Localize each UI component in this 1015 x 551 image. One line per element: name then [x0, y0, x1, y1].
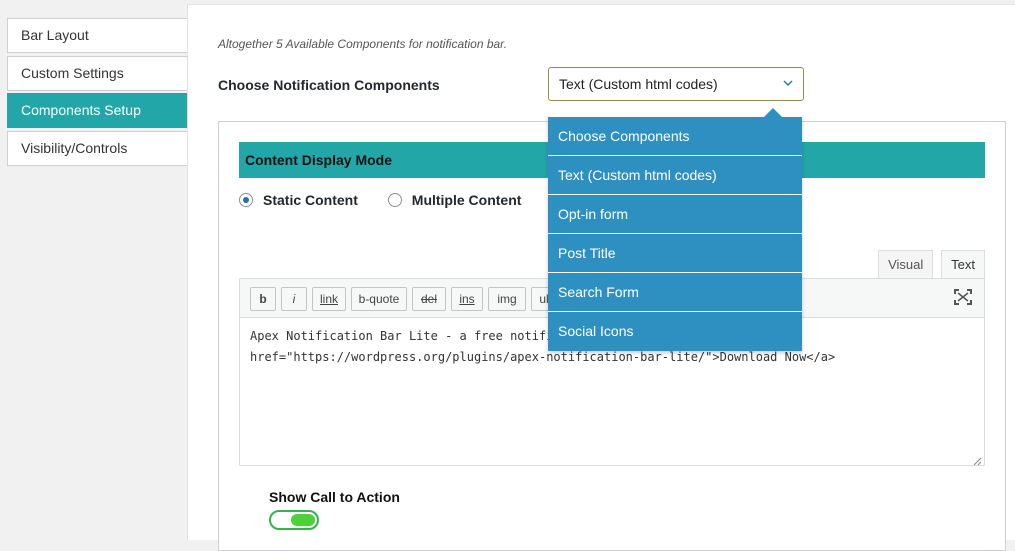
- cta-toggle[interactable]: [269, 510, 319, 530]
- display-mode-radios: Static Content Multiple Content: [239, 192, 547, 210]
- tab-components-setup[interactable]: Components Setup: [7, 93, 187, 128]
- option-search-form[interactable]: Search Form: [548, 273, 802, 312]
- components-dropdown: Choose Components Text (Custom html code…: [548, 108, 802, 351]
- radio-multiple-content[interactable]: Multiple Content: [387, 192, 522, 208]
- option-text-html[interactable]: Text (Custom html codes): [548, 156, 802, 195]
- tab-visibility-controls[interactable]: Visibility/Controls: [7, 131, 187, 166]
- fullscreen-icon[interactable]: [954, 289, 972, 310]
- radio-multiple-label: Multiple Content: [411, 192, 522, 208]
- option-optin-form[interactable]: Opt-in form: [548, 195, 802, 234]
- link-button[interactable]: link: [312, 287, 346, 311]
- cta-label: Show Call to Action: [269, 489, 400, 505]
- del-button[interactable]: del: [412, 287, 446, 311]
- tab-bar-layout[interactable]: Bar Layout: [7, 18, 187, 53]
- italic-button[interactable]: i: [281, 287, 307, 311]
- bold-button[interactable]: b: [250, 287, 276, 311]
- radio-selected-icon[interactable]: [239, 193, 253, 207]
- ins-button[interactable]: ins: [451, 287, 483, 311]
- option-choose-components[interactable]: Choose Components: [548, 117, 802, 156]
- blockquote-button[interactable]: b-quote: [351, 287, 407, 311]
- chevron-down-icon: [783, 68, 793, 112]
- radio-unselected-icon[interactable]: [387, 193, 402, 207]
- settings-sidebar: Bar Layout Custom Settings Components Se…: [0, 0, 190, 540]
- radio-static-content[interactable]: Static Content: [239, 192, 358, 208]
- resize-handle-icon[interactable]: [972, 453, 982, 466]
- tab-custom-settings[interactable]: Custom Settings: [7, 56, 187, 91]
- option-post-title[interactable]: Post Title: [548, 234, 802, 273]
- editor-mode-tabs: Visual Text: [874, 250, 985, 278]
- radio-static-label: Static Content: [263, 192, 358, 208]
- components-select[interactable]: Text (Custom html codes): [548, 67, 804, 101]
- components-select-value: Text (Custom html codes): [559, 76, 718, 92]
- tab-text[interactable]: Text: [941, 250, 985, 278]
- img-button[interactable]: img: [488, 287, 526, 311]
- tab-visual[interactable]: Visual: [878, 250, 934, 278]
- toggle-knob: [291, 514, 315, 526]
- option-social-icons[interactable]: Social Icons: [548, 312, 802, 351]
- choose-components-label: Choose Notification Components: [218, 77, 440, 93]
- components-hint: Altogether 5 Available Components for no…: [218, 37, 508, 51]
